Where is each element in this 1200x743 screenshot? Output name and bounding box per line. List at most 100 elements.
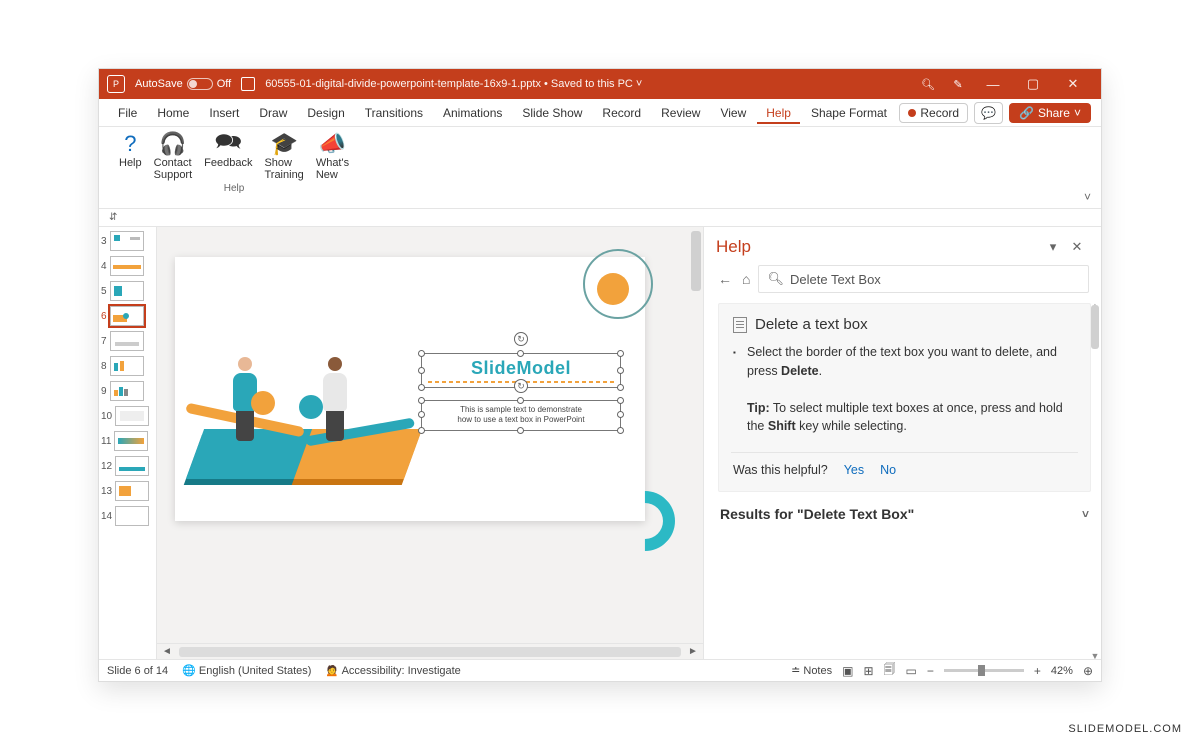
ribbon-group-help: ?Help 🎧ContactSupport 🗪Feedback 🎓ShowTra… <box>109 131 359 204</box>
ribbon-collapse-button[interactable]: ˅ <box>1084 190 1091 204</box>
notes-button[interactable]: ≐ Notes <box>791 664 832 677</box>
slide-thumb[interactable] <box>110 231 144 251</box>
plug-shape <box>251 391 275 415</box>
slide-thumb[interactable] <box>110 331 144 351</box>
vertical-scrollbar[interactable] <box>689 227 703 643</box>
resize-handle[interactable] <box>418 384 425 391</box>
slide[interactable]: ↻ SlideModel ↻ This is sample text to de… <box>175 257 645 521</box>
share-button[interactable]: 🔗 Share ˅ <box>1009 103 1091 123</box>
thumb-num: 11 <box>101 436 111 447</box>
tab-file[interactable]: File <box>109 102 146 124</box>
results-header[interactable]: Results for "Delete Text Box" ˅ <box>720 506 1089 522</box>
resize-handle[interactable] <box>517 397 524 404</box>
resize-handle[interactable] <box>418 367 425 374</box>
normal-view-button[interactable]: ▣ <box>842 664 853 678</box>
feedback-button[interactable]: 🗪Feedback <box>198 131 258 181</box>
minimize-button[interactable]: — <box>973 69 1013 99</box>
search-icon[interactable]: 🔍︎ <box>913 78 943 91</box>
slide-thumb[interactable] <box>110 381 144 401</box>
feedback-no-link[interactable]: No <box>880 463 896 477</box>
titlebar: P AutoSave Off 60555-01-digital-divide-p… <box>99 69 1101 99</box>
tab-home[interactable]: Home <box>148 102 198 124</box>
fit-view-button[interactable]: ⊕ <box>1083 664 1093 678</box>
back-button[interactable]: ← <box>716 269 734 289</box>
chevron-down-icon[interactable]: ⇵ <box>109 212 117 223</box>
tab-design[interactable]: Design <box>298 102 353 124</box>
tab-slideshow[interactable]: Slide Show <box>513 102 591 124</box>
resize-handle[interactable] <box>418 427 425 434</box>
tab-help[interactable]: Help <box>757 102 800 124</box>
close-button[interactable]: ✕ <box>1053 69 1093 99</box>
slide-thumb[interactable] <box>110 256 144 276</box>
tab-insert[interactable]: Insert <box>200 102 248 124</box>
resize-handle[interactable] <box>617 411 624 418</box>
record-button[interactable]: Record <box>899 103 968 123</box>
whats-new-button[interactable]: 📣What'sNew <box>310 131 355 181</box>
home-button[interactable]: ⌂ <box>740 269 752 289</box>
accessibility-status[interactable]: 🙍 Accessibility: Investigate <box>325 664 460 677</box>
thumbnail-rail[interactable]: 3 4 5 6 7 8 9 10 11 12 13 14 <box>99 227 157 659</box>
tab-record[interactable]: Record <box>593 102 650 124</box>
slide-thumb[interactable] <box>115 406 149 426</box>
slideshow-view-button[interactable]: ▭ <box>906 664 917 678</box>
zoom-in-button[interactable]: + <box>1034 664 1041 678</box>
language-status[interactable]: 🌐 English (United States) <box>182 664 311 677</box>
reading-view-button[interactable]: 🗐 <box>884 660 896 681</box>
rotate-handle-icon[interactable]: ↻ <box>514 332 528 346</box>
resize-handle[interactable] <box>617 350 624 357</box>
slide-thumb[interactable] <box>110 281 144 301</box>
help-search-input[interactable]: 🔍︎ Delete Text Box <box>758 265 1089 293</box>
show-training-button[interactable]: 🎓ShowTraining <box>258 131 309 181</box>
slide-thumb[interactable] <box>114 431 148 451</box>
main-area: 3 4 5 6 7 8 9 10 11 12 13 14 <box>99 227 1101 659</box>
document-title[interactable]: 60555-01-digital-divide-powerpoint-templ… <box>265 78 642 90</box>
resize-handle[interactable] <box>617 384 624 391</box>
ribbon-body: ?Help 🎧ContactSupport 🗪Feedback 🎓ShowTra… <box>99 127 1101 209</box>
tab-animations[interactable]: Animations <box>434 102 511 124</box>
tab-draw[interactable]: Draw <box>250 102 296 124</box>
slide-thumb[interactable] <box>115 506 149 526</box>
horizontal-scrollbar[interactable]: ◄ ► <box>157 643 703 659</box>
sorter-view-button[interactable]: ⊞ <box>863 664 873 678</box>
slide-thumb[interactable] <box>115 481 149 501</box>
help-scrollbar[interactable]: ▲▼ <box>1089 303 1101 659</box>
resize-handle[interactable] <box>617 427 624 434</box>
slide-thumb[interactable] <box>110 356 144 376</box>
comments-button[interactable]: 💬 <box>974 102 1003 124</box>
pane-close-button[interactable]: ✕ <box>1065 239 1089 255</box>
contact-support-button[interactable]: 🎧ContactSupport <box>148 131 199 181</box>
rb-label: What'sNew <box>316 157 349 181</box>
slide-thumb[interactable] <box>115 456 149 476</box>
resize-handle[interactable] <box>418 397 425 404</box>
help-button[interactable]: ?Help <box>113 131 148 181</box>
help-pane: Help ▾ ✕ ← ⌂ 🔍︎ Delete Text Box Delete a… <box>703 227 1101 659</box>
illustration <box>195 317 425 497</box>
save-icon[interactable] <box>241 77 255 91</box>
slide-canvas[interactable]: ↻ SlideModel ↻ This is sample text to de… <box>157 227 703 643</box>
resize-handle[interactable] <box>617 397 624 404</box>
tab-review[interactable]: Review <box>652 102 709 124</box>
tab-transitions[interactable]: Transitions <box>356 102 432 124</box>
tab-shape-format[interactable]: Shape Format <box>802 102 896 124</box>
resize-handle[interactable] <box>617 367 624 374</box>
scroll-left-icon[interactable]: ◄ <box>159 644 175 660</box>
slide-thumb-selected[interactable] <box>110 306 144 326</box>
scroll-right-icon[interactable]: ► <box>685 644 701 660</box>
pane-options-button[interactable]: ▾ <box>1041 239 1065 255</box>
resize-handle[interactable] <box>517 427 524 434</box>
ink-icon[interactable]: ✎ <box>943 78 973 91</box>
scroll-thumb[interactable] <box>179 647 681 657</box>
rotate-handle-icon[interactable]: ↻ <box>514 379 528 393</box>
resize-handle[interactable] <box>517 350 524 357</box>
resize-handle[interactable] <box>418 350 425 357</box>
zoom-out-button[interactable]: − <box>927 664 934 678</box>
textbox-selected[interactable]: ↻ This is sample text to demonstratehow … <box>421 400 621 431</box>
feedback-yes-link[interactable]: Yes <box>844 463 864 477</box>
tab-view[interactable]: View <box>711 102 755 124</box>
autosave-toggle[interactable]: AutoSave Off <box>135 78 231 90</box>
zoom-level[interactable]: 42% <box>1051 665 1073 677</box>
slide-position[interactable]: Slide 6 of 14 <box>107 665 168 677</box>
zoom-slider[interactable] <box>944 669 1024 672</box>
maximize-button[interactable]: ▢ <box>1013 69 1053 99</box>
resize-handle[interactable] <box>418 411 425 418</box>
